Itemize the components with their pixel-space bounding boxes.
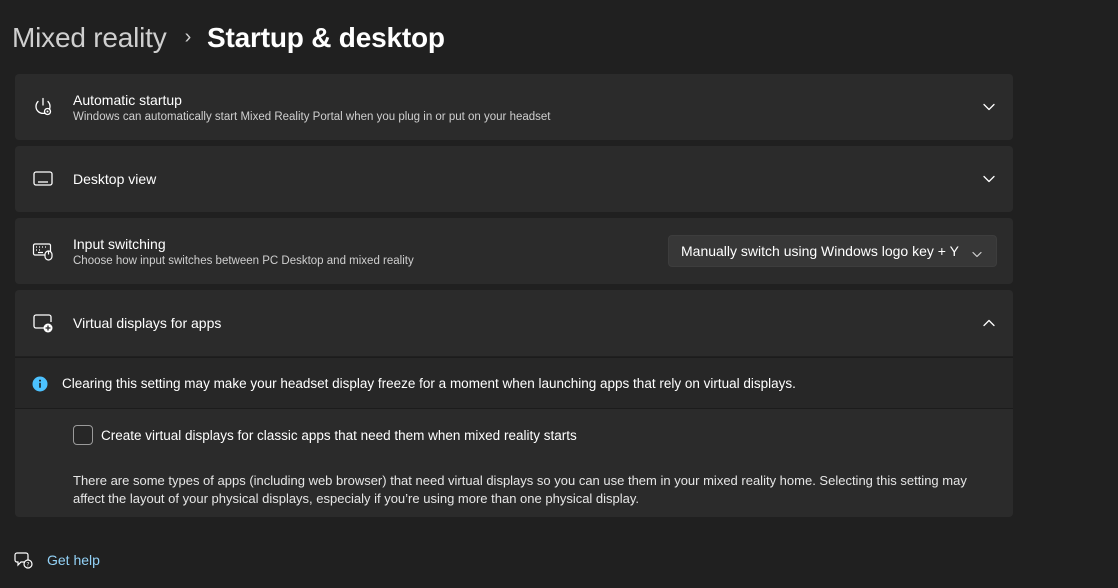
- get-help-row[interactable]: ? Get help: [14, 550, 100, 570]
- chevron-down-icon: [972, 245, 982, 261]
- help-chat-icon: ?: [14, 550, 34, 570]
- virtual-displays-title: Virtual displays for apps: [73, 315, 222, 331]
- info-bar: Clearing this setting may make your head…: [15, 357, 1013, 409]
- automatic-startup-description: Windows can automatically start Mixed Re…: [73, 111, 551, 123]
- page-title: Startup & desktop: [207, 22, 445, 53]
- breadcrumb: Mixed reality › Startup & desktop: [12, 18, 445, 58]
- keyboard-mouse-icon: [32, 240, 54, 262]
- startup-power-icon: [32, 96, 54, 118]
- input-switching-description: Choose how input switches between PC Des…: [73, 255, 414, 267]
- info-message: Clearing this setting may make your head…: [62, 376, 796, 391]
- chevron-up-icon[interactable]: [981, 315, 997, 331]
- automatic-startup-title: Automatic startup: [73, 92, 182, 108]
- input-switching-card: Input switching Choose how input switche…: [15, 218, 1013, 284]
- input-switching-dropdown-value: Manually switch using Windows logo key +…: [681, 243, 959, 259]
- virtual-displays-card[interactable]: Virtual displays for apps: [15, 290, 1013, 356]
- virtual-displays-help-text: There are some types of apps (including …: [73, 473, 967, 506]
- input-switching-dropdown[interactable]: Manually switch using Windows logo key +…: [668, 235, 997, 267]
- checkbox-label[interactable]: Create virtual displays for classic apps…: [101, 428, 577, 443]
- display-add-icon: [32, 312, 54, 334]
- desktop-view-card[interactable]: Desktop view: [15, 146, 1013, 212]
- automatic-startup-card[interactable]: Automatic startup Windows can automatica…: [15, 74, 1013, 140]
- monitor-icon: [32, 168, 54, 190]
- info-icon: [32, 376, 48, 392]
- chevron-down-icon[interactable]: [981, 99, 997, 115]
- desktop-view-title: Desktop view: [73, 171, 157, 187]
- create-virtual-displays-checkbox[interactable]: [73, 425, 93, 445]
- breadcrumb-parent-link[interactable]: Mixed reality: [12, 22, 167, 54]
- chevron-down-icon[interactable]: [981, 171, 997, 187]
- get-help-link[interactable]: Get help: [47, 552, 100, 568]
- virtual-displays-expanded-panel: Clearing this setting may make your head…: [15, 357, 1013, 517]
- create-virtual-displays-checkbox-row[interactable]: Create virtual displays for classic apps…: [73, 425, 577, 445]
- svg-text:?: ?: [26, 562, 29, 569]
- breadcrumb-separator-icon: ›: [184, 25, 192, 48]
- settings-page: Mixed reality › Startup & desktop Automa…: [0, 0, 1118, 588]
- input-switching-title: Input switching: [73, 236, 166, 252]
